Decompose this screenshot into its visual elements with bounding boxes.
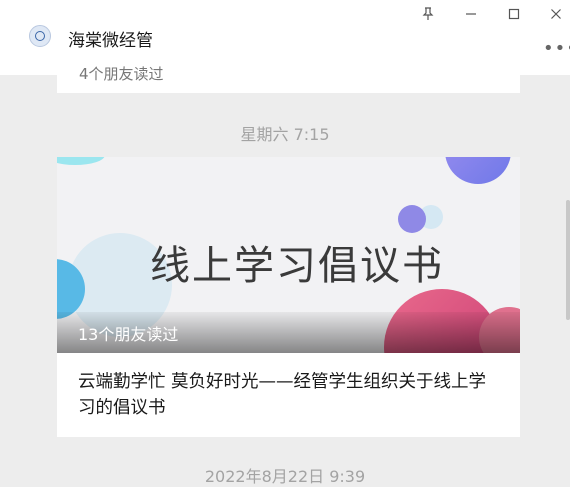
account-avatar-icon <box>29 25 51 47</box>
message-timestamp: 星期六 7:15 <box>240 125 330 144</box>
pin-icon-overlay <box>418 4 438 24</box>
maximize-icon-overlay <box>504 4 524 24</box>
title-bar-overlay: 海棠微经管 ••• <box>0 0 570 62</box>
scrollbar[interactable] <box>566 200 570 320</box>
cover-title: 线上学习倡议书 <box>150 243 444 289</box>
previous-read-count: 4个朋友读过 <box>79 65 164 83</box>
read-count: 13个朋友读过 <box>78 325 179 344</box>
article-cover-image: 线上学习倡议书 13个朋友读过 <box>57 157 520 353</box>
chat-title-overlay: 海棠微经管 <box>68 31 153 51</box>
next-message-timestamp: 2022年8月22日 9:39 <box>204 467 366 486</box>
article-title[interactable]: 云端勤学忙 莫负好时光——经管学生组织关于线上学习的倡议书 <box>78 369 503 421</box>
article-card[interactable]: 线上学习倡议书 13个朋友读过 云端勤学忙 莫负好时光——经管学生组织关于线上学… <box>57 157 520 437</box>
close-icon-overlay <box>546 4 566 24</box>
minimize-icon-overlay <box>461 4 481 24</box>
more-icon-overlay: ••• <box>543 38 570 59</box>
